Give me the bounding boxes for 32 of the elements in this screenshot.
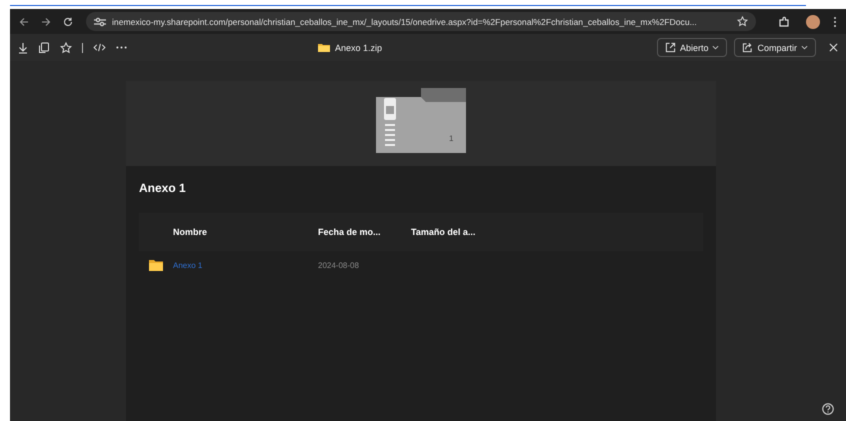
folder-icon (149, 260, 163, 270)
item-count: 1 (449, 134, 454, 143)
open-external-icon (664, 42, 676, 53)
chevron-down-icon (712, 45, 720, 50)
forward-arrow-icon[interactable] (41, 16, 51, 26)
share-icon (742, 42, 754, 53)
more-menu-icon[interactable] (833, 16, 837, 28)
column-header[interactable]: Tamaño del a... (411, 227, 476, 237)
share-button[interactable]: Compartir (734, 38, 816, 57)
help-icon[interactable] (822, 403, 834, 415)
download-icon[interactable] (18, 42, 28, 54)
profile-avatar[interactable] (806, 14, 820, 28)
more-icon[interactable] (116, 46, 127, 49)
column-header[interactable]: Nombre (173, 227, 318, 237)
file-name: Anexo 1.zip (335, 42, 382, 52)
bookmark-star-icon[interactable] (737, 16, 748, 27)
close-icon[interactable] (829, 43, 838, 52)
url-text: inemexico-my.sharepoint.com/personal/christian_ceballos_ine_mx/_layouts/15/onedrive.aspx?id=%2Fpersonal%2Fchristian_ceballos_ine_mx%2FDocu... (112, 16, 698, 26)
code-icon[interactable] (93, 43, 106, 52)
zip-folder-icon (318, 43, 330, 52)
address-bar[interactable]: inemexico-my.sharepoint.com/personal/christian_ceballos_ine_mx/_layouts/15/onedrive.aspx?id=%2Fpersonal%2Fchristian_ceballos_ine_mx%2FDocu... (86, 12, 756, 31)
back-arrow-icon[interactable] (19, 16, 29, 26)
copy-icon[interactable] (38, 42, 50, 54)
zip-folder-icon (376, 88, 466, 153)
chevron-down-icon (801, 45, 808, 50)
star-icon[interactable] (60, 42, 72, 54)
archive-title: Anexo 1 (139, 181, 187, 197)
site-settings-icon[interactable] (94, 16, 106, 26)
reload-icon[interactable] (63, 16, 73, 26)
open-button[interactable]: Abierto (656, 38, 728, 57)
modified-date: 2024-08-08 (318, 260, 360, 270)
column-header[interactable]: Fecha de mo... (318, 227, 411, 237)
